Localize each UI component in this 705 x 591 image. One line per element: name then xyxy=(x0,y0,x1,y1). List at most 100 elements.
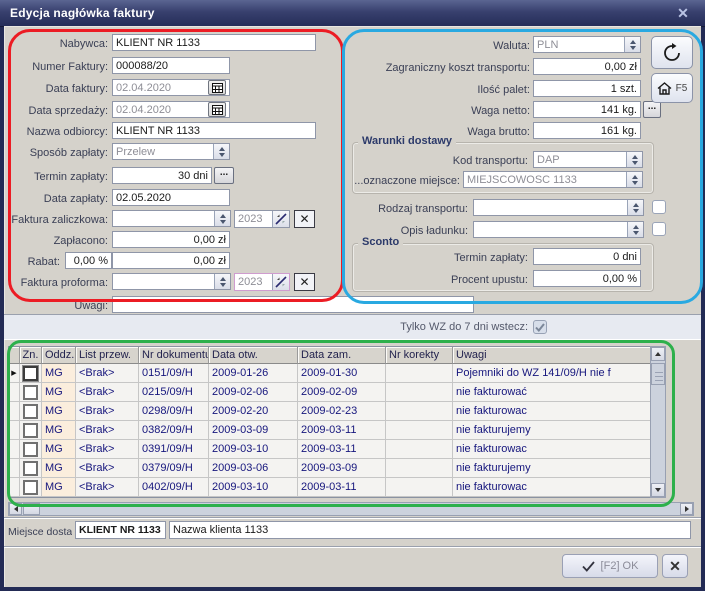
sposob-zaplaty-label: Sposób zapłaty: xyxy=(0,145,108,162)
faktura-zaliczkowa-year[interactable]: 2023 xyxy=(234,210,290,228)
sconto-termin-field[interactable]: 0 dni xyxy=(533,248,641,265)
row-checkbox[interactable] xyxy=(23,366,38,381)
title-bar[interactable]: Edycja nagłówka faktury ✕ xyxy=(0,0,705,27)
nazwa-odbiorcy-value: KLIENT NR 1133 xyxy=(116,125,200,137)
table-row[interactable]: MG<Brak>0391/09/H2009-03-102009-03-11nie… xyxy=(9,440,651,459)
header-data-otw[interactable]: Data otw. xyxy=(209,347,298,364)
waga-netto-field[interactable]: 141 kg. xyxy=(533,101,641,118)
vertical-scroll-thumb[interactable] xyxy=(651,363,665,385)
procent-upustu-field[interactable]: 0,00 % xyxy=(533,270,641,287)
sposob-zaplaty-combo[interactable]: Przelew xyxy=(112,143,230,160)
opis-ladunku-combo[interactable] xyxy=(473,221,644,238)
row-select-cell xyxy=(20,402,42,421)
termin-zaplaty-field[interactable]: 30 dni xyxy=(112,167,212,184)
ilosc-palet-field[interactable]: 1 szt. xyxy=(533,80,641,97)
waluta-combo[interactable]: PLN xyxy=(533,36,641,53)
table-row[interactable]: MG<Brak>0298/09/H2009-02-202009-02-23nie… xyxy=(9,402,651,421)
kod-transportu-combo[interactable]: DAP xyxy=(533,151,643,168)
row-checkbox[interactable] xyxy=(23,442,38,457)
ok-button[interactable]: [F2] OK xyxy=(562,554,658,578)
spinner-icon[interactable] xyxy=(213,144,229,159)
invoice-header-dialog: Edycja nagłówka faktury ✕ Nabywca: KLIEN… xyxy=(0,0,705,591)
cell-nr-dokumentu: 0382/09/H xyxy=(139,421,209,440)
table-row[interactable]: ▶MG<Brak>0151/09/H2009-01-262009-01-30Po… xyxy=(9,364,651,383)
rodzaj-transportu-checkbox[interactable] xyxy=(652,200,666,214)
faktura-zaliczkowa-combo[interactable] xyxy=(112,210,231,227)
faktura-proforma-clear-icon[interactable]: ✕ xyxy=(294,273,315,291)
table-row[interactable]: MG<Brak>0215/09/H2009-02-062009-02-09nie… xyxy=(9,383,651,402)
row-checkbox[interactable] xyxy=(23,423,38,438)
cell-data-otw: 2009-01-26 xyxy=(209,364,298,383)
header-zn[interactable]: Zn. xyxy=(20,347,42,364)
row-marker-cell xyxy=(9,440,20,459)
faktura-proforma-year[interactable]: 2023 xyxy=(234,273,290,291)
rabat-value-field[interactable]: 0,00 zł xyxy=(112,252,230,269)
close-icon[interactable]: ✕ xyxy=(673,4,693,22)
header-nr-dokumentu[interactable]: Nr dokumentu xyxy=(139,347,209,364)
cancel-button[interactable]: ✕ xyxy=(662,554,688,578)
data-faktury-field[interactable]: 02.04.2020 xyxy=(112,79,230,96)
table-row[interactable]: MG<Brak>0402/09/H2009-03-102009-03-11nie… xyxy=(9,478,651,497)
filter-checkbox[interactable] xyxy=(533,320,547,334)
table-row[interactable]: MG<Brak>0379/09/H2009-03-062009-03-09nie… xyxy=(9,459,651,478)
oznaczone-miejsce-combo[interactable]: MIEJSCOWOSC 1133 xyxy=(463,171,643,188)
numer-faktury-value: 000088/20 xyxy=(116,60,168,72)
scroll-down-icon[interactable] xyxy=(651,483,665,497)
spinner-icon[interactable] xyxy=(626,172,642,187)
miejsce-dostawy-field[interactable]: KLIENT NR 1133 xyxy=(75,521,166,539)
header-data-zam[interactable]: Data zam. xyxy=(298,347,386,364)
opis-ladunku-checkbox[interactable] xyxy=(652,222,666,236)
year-spin-icon[interactable] xyxy=(272,211,289,227)
header-list-przew[interactable]: List przew. xyxy=(76,347,139,364)
cell-data-zam: 2009-03-11 xyxy=(298,478,386,497)
calendar-icon[interactable] xyxy=(208,102,226,117)
horizontal-scroll-thumb[interactable] xyxy=(23,503,40,515)
data-sprzedazy-field[interactable]: 02.04.2020 xyxy=(112,101,230,118)
scroll-left-icon[interactable] xyxy=(9,503,22,515)
header-nr-korekty[interactable]: Nr korekty xyxy=(386,347,453,364)
waga-netto-more-button[interactable]: ... xyxy=(643,101,661,118)
scroll-up-icon[interactable] xyxy=(651,347,665,361)
numer-faktury-field[interactable]: 000088/20 xyxy=(112,57,230,74)
zagraniczny-koszt-field[interactable]: 0,00 zł xyxy=(533,58,641,75)
nazwa-klienta-field[interactable]: Nazwa klienta 1133 xyxy=(169,521,691,539)
cell-uwagi: Pojemniki do WZ 141/09/H nie f xyxy=(453,364,651,383)
data-zaplaty-field[interactable]: 02.05.2020 xyxy=(112,189,230,206)
refresh-button[interactable] xyxy=(651,36,693,69)
spinner-icon[interactable] xyxy=(627,222,643,237)
spinner-icon[interactable] xyxy=(626,152,642,167)
waga-brutto-field[interactable]: 161 kg. xyxy=(533,122,641,139)
cell-nr-dokumentu: 0391/09/H xyxy=(139,440,209,459)
row-checkbox[interactable] xyxy=(23,385,38,400)
table-row[interactable]: MG<Brak>0382/09/H2009-03-092009-03-11nie… xyxy=(9,421,651,440)
calendar-icon[interactable] xyxy=(208,80,226,95)
nabywca-field[interactable]: KLIENT NR 1133 xyxy=(112,34,316,51)
row-checkbox[interactable] xyxy=(23,404,38,419)
spinner-icon[interactable] xyxy=(624,37,640,52)
header-uwagi[interactable]: Uwagi xyxy=(453,347,651,364)
refresh-icon xyxy=(662,43,682,63)
spinner-icon[interactable] xyxy=(214,274,230,289)
home-button[interactable]: F5 xyxy=(651,73,693,103)
table-vertical-scrollbar[interactable] xyxy=(650,346,666,498)
cell-oddz: MG xyxy=(42,364,76,383)
spinner-icon[interactable] xyxy=(214,211,230,226)
row-marker-cell xyxy=(9,402,20,421)
faktura-zaliczkowa-clear-icon[interactable]: ✕ xyxy=(294,210,315,228)
rabat-percent-field[interactable]: 0,00 % xyxy=(65,252,112,269)
nazwa-odbiorcy-field[interactable]: KLIENT NR 1133 xyxy=(112,122,316,139)
scroll-right-icon[interactable] xyxy=(680,503,693,515)
row-checkbox[interactable] xyxy=(23,461,38,476)
row-checkbox[interactable] xyxy=(23,480,38,495)
year-spin-icon[interactable] xyxy=(272,274,289,290)
zaplacono-field[interactable]: 0,00 zł xyxy=(112,231,230,248)
table-horizontal-scrollbar[interactable] xyxy=(8,502,694,516)
termin-zaplaty-more-button[interactable]: ... xyxy=(214,167,234,184)
spinner-icon[interactable] xyxy=(627,200,643,215)
sconto-termin-value: 0 dni xyxy=(613,251,637,263)
header-oddz[interactable]: Oddz. xyxy=(42,347,76,364)
uwagi-field[interactable] xyxy=(112,296,474,313)
cell-data-otw: 2009-02-06 xyxy=(209,383,298,402)
rodzaj-transportu-combo[interactable] xyxy=(473,199,644,216)
faktura-proforma-combo[interactable] xyxy=(112,273,231,290)
